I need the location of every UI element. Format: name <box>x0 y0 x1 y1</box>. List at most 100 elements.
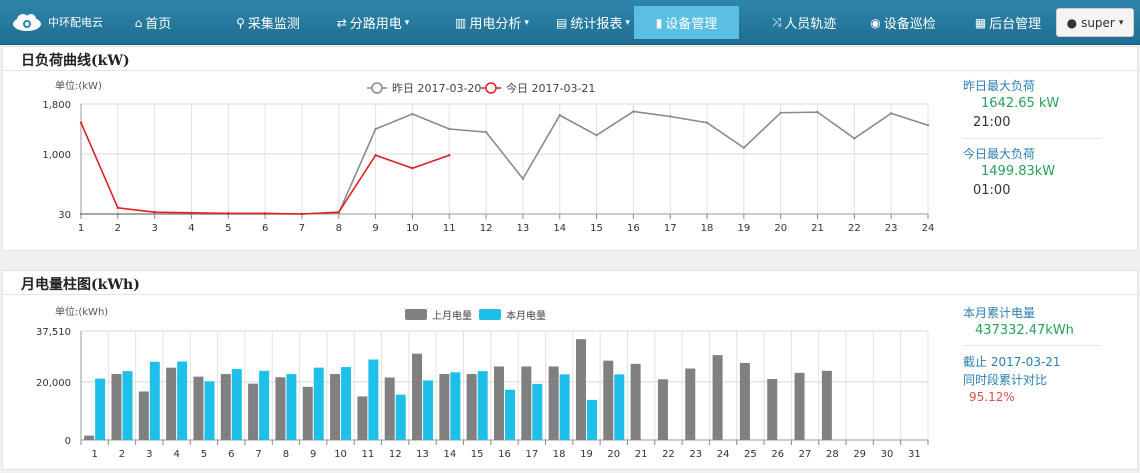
y-tick-label: 30 <box>58 210 71 221</box>
last-month-bar[interactable] <box>630 363 641 440</box>
nav-item-4[interactable]: ▥ 用电分析 ▾ <box>436 6 548 39</box>
last-month-bar[interactable] <box>466 374 477 440</box>
nav-item-5[interactable]: ▤ 统计报表 ▾ <box>537 6 649 39</box>
this-month-bar[interactable] <box>477 371 488 440</box>
x-tick-label: 9 <box>310 449 316 460</box>
x-tick-label: 19 <box>580 449 593 460</box>
this-month-bar[interactable] <box>149 361 160 440</box>
this-month-bar[interactable] <box>286 374 297 440</box>
this-month-bar[interactable] <box>423 380 434 440</box>
monthly-energy-panel: 月电量柱图(kWh) 单位:(kWh) 上月电量 本月电量 37,510 20,0… <box>2 270 1139 470</box>
this-month-bar[interactable] <box>313 367 324 440</box>
this-month-bar[interactable] <box>559 374 570 440</box>
x-tick-label: 13 <box>416 449 429 460</box>
nav-item-8[interactable]: ◉ 设备巡检 <box>852 6 954 39</box>
last-month-bar[interactable] <box>220 374 231 440</box>
x-tick-label: 22 <box>662 449 675 460</box>
nav-item-3[interactable]: ⇄ 分路用电 ▾ <box>323 6 423 39</box>
nav-item-1[interactable]: ⌂ 首页 <box>128 6 178 39</box>
this-month-bar[interactable] <box>532 383 543 440</box>
data-point <box>742 146 746 149</box>
this-month-bar[interactable] <box>341 367 352 440</box>
x-tick-label: 6 <box>228 449 234 460</box>
x-tick-label: 10 <box>334 449 347 460</box>
this-month-bar[interactable] <box>586 399 597 440</box>
this-month-bar[interactable] <box>177 361 188 440</box>
user-menu-button[interactable]: ● super ▾ <box>1056 8 1134 37</box>
nav-item-2[interactable]: ⚲ 采集监测 <box>213 6 323 39</box>
x-tick-label: 3 <box>151 223 157 234</box>
yesterday-max-value: 1642.65 kW <box>981 96 1060 111</box>
home-icon: ⌂ <box>134 15 143 30</box>
last-month-bar[interactable] <box>111 374 122 440</box>
last-month-bar[interactable] <box>193 376 204 440</box>
this-month-bar[interactable] <box>614 374 625 440</box>
last-month-bar[interactable] <box>575 339 586 440</box>
last-month-bar[interactable] <box>794 372 805 440</box>
last-month-bar[interactable] <box>166 367 177 440</box>
monthly-compare: 截止 2017-03-21 同时段累计对比 95.12% <box>963 353 1061 404</box>
last-month-bar[interactable] <box>275 377 286 440</box>
last-month-bar[interactable] <box>138 391 149 440</box>
data-point <box>116 212 120 216</box>
last-month-bar[interactable] <box>439 374 450 440</box>
last-month-bar[interactable] <box>384 377 395 440</box>
last-month-bar[interactable] <box>548 366 559 440</box>
last-month-bar[interactable] <box>494 366 504 440</box>
this-month-bar[interactable] <box>259 370 270 440</box>
daily-legend[interactable]: 昨日 2017-03-20 今日 2017-03-21 <box>367 81 595 95</box>
compare-label: 同时段累计对比 <box>963 373 1048 387</box>
nav-item-6[interactable]: ▮ 设备管理 <box>634 6 739 39</box>
nav-item-9[interactable]: ▦ 后台管理 <box>963 6 1053 39</box>
data-point <box>448 154 451 157</box>
month-cum-label: 本月累计电量 <box>963 306 1036 320</box>
this-month-bar[interactable] <box>395 394 406 440</box>
y-tick-label: 37,510 <box>36 327 71 338</box>
last-month-bar[interactable] <box>657 379 668 440</box>
this-month-bar[interactable] <box>122 371 133 440</box>
last-month-bar[interactable] <box>521 366 532 440</box>
x-tick-label: 23 <box>689 449 702 460</box>
last-month-bar[interactable] <box>603 360 614 440</box>
brand-name: 中环配电云 <box>48 16 103 29</box>
this-month-bar[interactable] <box>95 378 106 440</box>
yesterday-max-label: 昨日最大负荷 <box>963 79 1036 93</box>
this-month-bar[interactable] <box>368 359 379 440</box>
legend-this-month-swatch <box>479 309 501 320</box>
this-month-bar[interactable] <box>204 381 215 440</box>
y-tick-label: 1,000 <box>42 150 71 161</box>
last-month-bar[interactable] <box>357 396 368 440</box>
last-month-bar[interactable] <box>330 374 341 440</box>
daily-load-chart: 单位:(kW) 昨日 2017-03-20 今日 2017-03-21 1,80… <box>42 79 935 234</box>
last-month-bar[interactable] <box>767 378 778 440</box>
last-month-bar[interactable] <box>302 386 313 440</box>
today-max-value: 1499.83kW <box>981 164 1056 179</box>
x-tick-label: 6 <box>262 223 268 234</box>
grid-icon: ▦ <box>974 15 987 30</box>
monthly-legend[interactable]: 上月电量 本月电量 <box>405 309 546 322</box>
x-tick-label: 31 <box>908 449 921 460</box>
last-month-bar[interactable] <box>248 383 259 440</box>
today-max-time: 01:00 <box>973 183 1011 198</box>
x-tick-label: 24 <box>922 223 935 234</box>
monthly-energy-title: 月电量柱图(kWh) <box>21 277 140 293</box>
last-month-bar[interactable] <box>84 435 95 440</box>
y-tick-label: 1,800 <box>42 100 71 111</box>
this-month-bar[interactable] <box>450 372 461 440</box>
last-month-bar[interactable] <box>412 353 423 440</box>
last-month-bar[interactable] <box>821 370 832 440</box>
x-tick-label: 16 <box>627 223 640 234</box>
brand[interactable]: 中环配电云 <box>10 6 103 38</box>
this-month-bar[interactable] <box>231 369 242 440</box>
chevron-down-icon: ▾ <box>404 17 410 28</box>
last-month-bar[interactable] <box>712 355 723 440</box>
data-point <box>632 110 635 113</box>
last-month-bar[interactable] <box>685 368 696 440</box>
this-month-bar[interactable] <box>505 389 515 440</box>
nav-item-7[interactable]: ⤨ 人员轨迹 <box>748 6 860 39</box>
eye-icon: ◉ <box>870 15 881 30</box>
x-tick-label: 8 <box>283 449 289 460</box>
summary-divider <box>963 138 1101 139</box>
last-month-bar[interactable] <box>739 362 750 440</box>
x-tick-label: 3 <box>146 449 152 460</box>
